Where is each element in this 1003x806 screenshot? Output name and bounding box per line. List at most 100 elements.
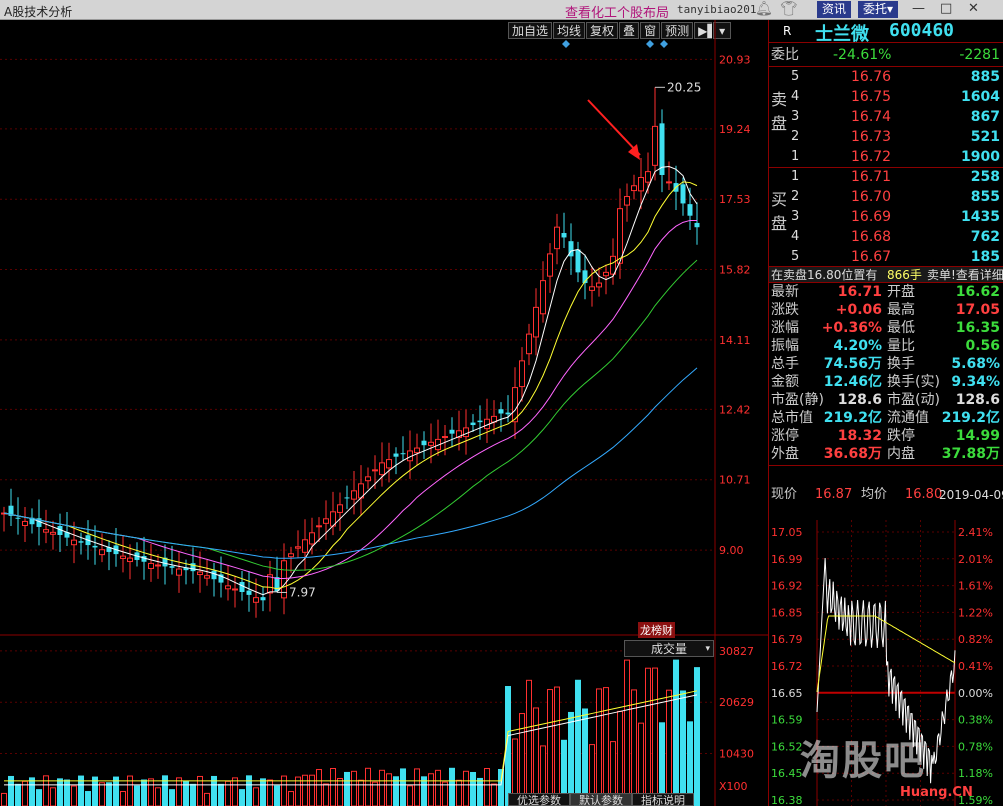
ask-row[interactable]: 4 16.75 1604 xyxy=(769,88,1003,106)
news-button[interactable]: 资讯 xyxy=(817,1,852,18)
quote-value: 219.2亿 xyxy=(941,410,1000,426)
ask-row[interactable]: 1 16.72 1900 xyxy=(769,148,1003,166)
candle-body xyxy=(400,453,406,455)
avg-price-value: 16.80 xyxy=(905,487,943,502)
quote-label: 换手(实) xyxy=(887,374,940,390)
volume-bar xyxy=(666,689,672,806)
intraday-pct-tick: 2.01% xyxy=(958,553,993,566)
quote-value: 37.88万 xyxy=(941,446,1000,462)
volume-bar xyxy=(470,771,476,806)
shirt-icon[interactable]: 👕︎ xyxy=(780,1,798,17)
ask-row[interactable]: 5 16.76 885 xyxy=(769,68,1003,86)
tab-indicator-help[interactable]: 指标说明 xyxy=(632,793,694,806)
ask-level: 2 xyxy=(791,129,800,144)
candle-body xyxy=(169,566,175,568)
candle-body xyxy=(442,436,448,439)
ask-level: 4 xyxy=(791,89,800,104)
quote-label: 内盘 xyxy=(887,446,915,462)
volume-bar xyxy=(260,778,266,806)
ma5-line xyxy=(3,165,698,596)
candle-body xyxy=(22,520,28,527)
volume-bar xyxy=(484,768,490,806)
candle-body xyxy=(71,539,77,546)
intraday-pct-tick: 0.82% xyxy=(958,633,993,646)
quote-label: 市盈(动) xyxy=(887,392,940,408)
candle-body xyxy=(526,333,532,355)
volume-bar xyxy=(169,789,175,806)
bid-row[interactable]: 2 16.70 855 xyxy=(769,188,1003,206)
candle-body xyxy=(92,545,98,548)
candle-body xyxy=(288,553,294,558)
maximize-icon[interactable]: □ xyxy=(940,1,952,16)
candle-body xyxy=(50,531,56,535)
bid-price: 16.68 xyxy=(851,229,892,245)
minimize-icon[interactable]: — xyxy=(912,1,925,16)
quote-label: 涨停 xyxy=(771,428,799,444)
quote-row: 涨跌 +0.06 最高 17.05 xyxy=(769,301,1003,319)
tape-alert[interactable]: 在卖盘16.80位置有 866手 卖单!查看详细 xyxy=(769,266,1003,283)
volume-bar xyxy=(365,767,371,806)
quote-label: 跌停 xyxy=(887,428,915,444)
quote-row: 涨停 18.32 跌停 14.99 xyxy=(769,427,1003,445)
volume-bar xyxy=(274,785,280,806)
quote-value: 5.68% xyxy=(951,356,1000,372)
volume-bar xyxy=(302,774,308,806)
intraday-pct-tick: 1.22% xyxy=(958,606,993,619)
candle-body xyxy=(302,539,308,553)
bid-row[interactable]: 5 16.67 185 xyxy=(769,248,1003,266)
dragon-tiger-badge[interactable]: 龙榜财 xyxy=(638,622,675,638)
bid-row[interactable]: 4 16.68 762 xyxy=(769,228,1003,246)
candle-body xyxy=(463,427,469,438)
order-ratio-percent: -24.61% xyxy=(833,47,892,63)
volume-bar xyxy=(71,785,77,806)
annotation-arrow xyxy=(587,99,641,156)
ask-price: 16.76 xyxy=(851,69,892,85)
ma30-line xyxy=(3,259,698,571)
candle-body xyxy=(540,280,546,315)
bid-row[interactable]: 3 16.69 1435 xyxy=(769,208,1003,226)
indicator-dropdown[interactable]: 成交量 ▾ xyxy=(624,640,714,657)
ask-row[interactable]: 3 16.74 867 xyxy=(769,108,1003,126)
volume-bar xyxy=(435,769,441,806)
candle-body xyxy=(554,226,560,250)
ask-row[interactable]: 2 16.73 521 xyxy=(769,128,1003,146)
candle-body xyxy=(295,546,301,549)
bid-level: 1 xyxy=(791,169,800,184)
quote-row: 市盈(静) 128.6 市盈(动) 128.6 xyxy=(769,391,1003,409)
bid-level: 5 xyxy=(791,249,800,264)
volume-bar xyxy=(29,777,35,806)
close-icon[interactable]: ✕ xyxy=(968,1,979,16)
ma20-line xyxy=(3,219,698,579)
quote-label: 流通值 xyxy=(887,410,929,426)
ask-level: 1 xyxy=(791,149,800,164)
quote-value: 0.56 xyxy=(965,338,1000,354)
promo-link[interactable]: 查看化工个股布局 xyxy=(565,2,669,21)
tape-link[interactable]: 卖单!查看详细 xyxy=(927,267,1003,284)
tab-default-params[interactable]: 默认参数 xyxy=(570,793,632,806)
volume-bar xyxy=(120,791,126,806)
quote-value: 12.46亿 xyxy=(823,374,882,390)
event-marker-icon xyxy=(646,40,654,48)
volume-bar xyxy=(295,776,301,806)
volume-bar xyxy=(407,785,413,806)
bid-row[interactable]: 1 16.71 258 xyxy=(769,168,1003,186)
order-button[interactable]: 委托▾ xyxy=(858,1,899,18)
volume-bar xyxy=(253,787,259,806)
quote-value: 4.20% xyxy=(833,338,882,354)
intraday-price-tick: 16.59 xyxy=(771,714,803,727)
tab-optimal-params[interactable]: 优选参数 xyxy=(508,793,570,806)
kline-chart[interactable]: 20.93 19.24 17.53 15.82 14.11 12.42 10.71 9.00 3… xyxy=(0,20,768,806)
quote-label: 外盘 xyxy=(771,446,799,462)
intraday-price-tick: 16.65 xyxy=(771,687,803,700)
ask-price: 16.72 xyxy=(851,149,892,165)
quote-label: 总手 xyxy=(771,356,799,372)
quote-value: 16.35 xyxy=(955,320,1000,336)
intraday-pct-tick: 0.00% xyxy=(958,687,993,700)
volume-bar xyxy=(596,688,602,806)
bell-icon[interactable]: 🔔︎ xyxy=(755,1,773,17)
volume-bar xyxy=(645,667,651,806)
intraday-price-tick: 16.85 xyxy=(771,606,803,619)
volume-bar xyxy=(232,777,238,806)
volume-bar xyxy=(64,779,70,806)
volume-bar xyxy=(288,791,294,806)
